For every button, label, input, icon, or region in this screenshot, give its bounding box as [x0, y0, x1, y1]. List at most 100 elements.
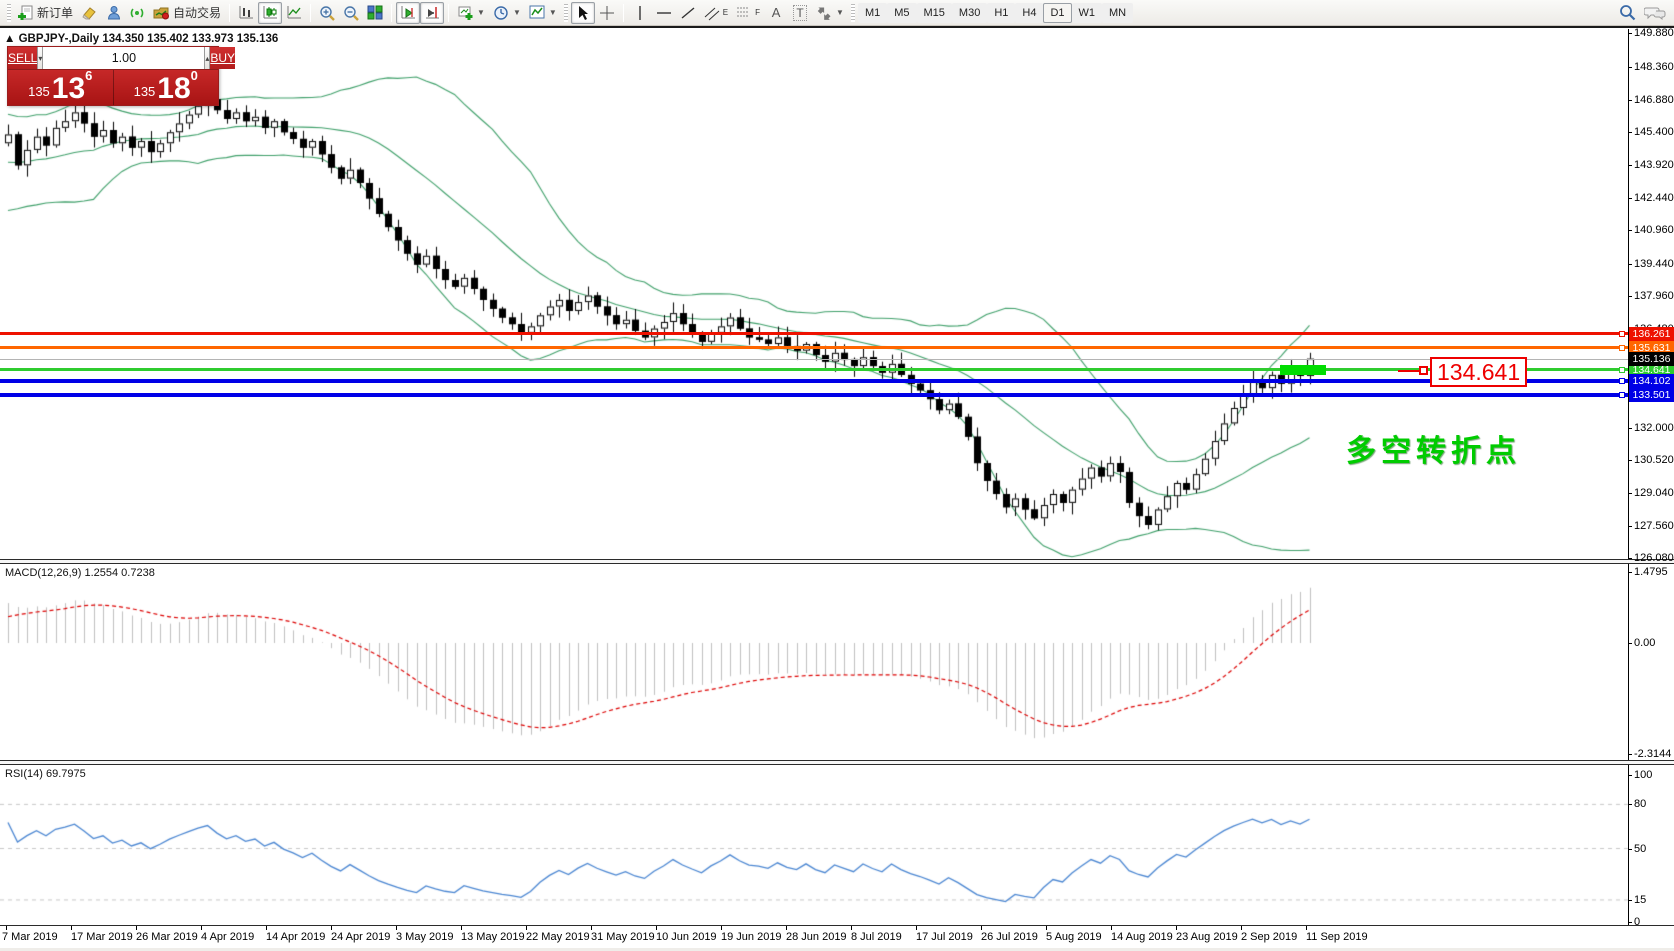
new-order-icon — [18, 5, 34, 21]
fibonacci-button[interactable]: F — [732, 2, 764, 24]
window-marker-icon[interactable]: ▲ — [4, 33, 15, 45]
price-callout-label[interactable]: 134.641 — [1430, 357, 1527, 387]
buy-price[interactable]: 135 180 — [114, 70, 219, 105]
horizontal-line-object[interactable] — [0, 332, 1628, 335]
price-level-tag: 133.501 — [1629, 388, 1674, 402]
new-order-button[interactable]: 新订单 — [14, 2, 77, 24]
arrows-icon — [816, 5, 832, 21]
buy-price-prefix: 135 — [134, 84, 156, 99]
date-tick — [331, 926, 332, 930]
sell-price[interactable]: 135 136 — [8, 70, 114, 105]
autotrading-button[interactable]: 自动交易 — [149, 2, 225, 24]
macd-indicator-label: MACD(12,26,9) 1.2554 0.7238 — [5, 567, 155, 579]
date-tick-label: 17 Mar 2019 — [71, 931, 133, 943]
toolbar-grip[interactable] — [7, 4, 11, 22]
tile-windows-button[interactable] — [363, 2, 387, 24]
line-chart-button[interactable] — [282, 2, 306, 24]
macd-tick — [1628, 643, 1632, 644]
horizontal-line-object[interactable] — [0, 346, 1628, 349]
symbol-title: GBPJPY-,Daily — [19, 33, 100, 45]
line-anchor — [1619, 367, 1625, 373]
date-tick-label: 7 Mar 2019 — [2, 931, 58, 943]
crosshair-icon — [599, 5, 615, 21]
new-chart-button[interactable]: ▼ — [453, 2, 489, 24]
tab-timeframe-m1[interactable]: M1 — [858, 3, 887, 23]
rsi-tick — [1628, 775, 1632, 776]
toolbar-grip[interactable] — [564, 4, 568, 22]
vertical-line-button[interactable] — [628, 2, 652, 24]
indicators-button[interactable]: ▼ — [525, 2, 561, 24]
auto-scroll-button[interactable] — [420, 2, 444, 24]
tab-timeframe-h1[interactable]: H1 — [987, 3, 1015, 23]
tab-timeframe-m15[interactable]: M15 — [917, 3, 952, 23]
auto-scroll-icon — [424, 5, 440, 20]
price-tick — [1628, 100, 1632, 101]
text-icon: A — [772, 5, 781, 20]
panel-separator-macd-rsi[interactable] — [0, 760, 1674, 765]
toolbar-grip[interactable] — [851, 4, 855, 22]
fibonacci-icon — [736, 5, 752, 21]
panel-separator-main-macd[interactable] — [0, 559, 1674, 564]
sell-button[interactable]: SELL — [8, 47, 37, 69]
price-tick — [1628, 296, 1632, 297]
horizontal-line-object[interactable] — [0, 368, 1628, 371]
trendline-button[interactable] — [676, 2, 700, 24]
horizontal-line-object[interactable] — [0, 379, 1628, 383]
ohlc-close: 135.136 — [237, 33, 279, 45]
buy-button[interactable]: BUY — [210, 47, 235, 69]
candlestick-chart-button[interactable] — [258, 2, 282, 24]
arrows-button[interactable]: ▼ — [812, 2, 848, 24]
price-callout-anchor[interactable] — [1419, 366, 1428, 375]
line-anchor — [1619, 392, 1625, 398]
crosshair-button[interactable] — [595, 2, 619, 24]
text-button[interactable]: A — [764, 2, 788, 24]
signals-button[interactable] — [125, 2, 149, 24]
tab-timeframe-h4[interactable]: H4 — [1015, 3, 1043, 23]
turning-point-annotation[interactable]: 多空转折点 — [1346, 426, 1521, 470]
search-button[interactable] — [1615, 2, 1640, 24]
date-tick — [136, 926, 137, 930]
cursor-button[interactable] — [571, 2, 595, 24]
price-tick-label: 127.560 — [1634, 520, 1674, 532]
price-tick-label: 142.440 — [1634, 192, 1674, 204]
text-label-button[interactable]: T — [788, 2, 812, 24]
price-tick — [1628, 67, 1632, 68]
tab-timeframe-m5[interactable]: M5 — [887, 3, 916, 23]
tab-timeframe-m30[interactable]: M30 — [952, 3, 987, 23]
toolbox-button[interactable] — [77, 2, 101, 24]
sell-price-sup: 6 — [85, 68, 92, 83]
buy-price-big: 180 — [157, 62, 198, 103]
date-tick-label: 4 Apr 2019 — [201, 931, 254, 943]
price-tick — [1628, 33, 1632, 34]
tab-timeframe-mn[interactable]: MN — [1102, 3, 1133, 23]
rsi-tick-label: 50 — [1634, 843, 1646, 855]
highlight-rectangle[interactable] — [1280, 365, 1326, 375]
horizontal-line-icon — [656, 7, 672, 19]
price-tick — [1628, 132, 1632, 133]
bar-chart-button[interactable] — [234, 2, 258, 24]
price-tick — [1628, 428, 1632, 429]
date-tick-label: 26 Mar 2019 — [136, 931, 198, 943]
price-tick — [1628, 165, 1632, 166]
chat-button[interactable] — [1640, 2, 1670, 24]
zoom-out-button[interactable] — [339, 2, 363, 24]
horizontal-line-button[interactable] — [652, 2, 676, 24]
price-tick-label: 137.960 — [1634, 290, 1674, 302]
price-tick — [1628, 558, 1632, 559]
tab-timeframe-w1[interactable]: W1 — [1072, 3, 1103, 23]
line-anchor — [1619, 345, 1625, 351]
periods-button[interactable]: ▼ — [489, 2, 525, 24]
mt4-terminal: 新订单 自动交易 — [0, 0, 1674, 951]
tab-timeframe-d1[interactable]: D1 — [1043, 3, 1071, 23]
chart-shift-button[interactable] — [396, 2, 420, 24]
price-tick — [1628, 526, 1632, 527]
date-tick-label: 8 Jul 2019 — [851, 931, 902, 943]
chart-canvas[interactable] — [0, 0, 1674, 951]
tile-windows-icon — [367, 5, 383, 20]
vertical-line-icon — [634, 5, 646, 21]
horizontal-line-object[interactable] — [0, 393, 1628, 397]
zoom-in-button[interactable] — [315, 2, 339, 24]
price-tick — [1628, 230, 1632, 231]
market-watch-button[interactable] — [101, 2, 125, 24]
equidistant-channel-button[interactable]: E — [700, 2, 732, 24]
